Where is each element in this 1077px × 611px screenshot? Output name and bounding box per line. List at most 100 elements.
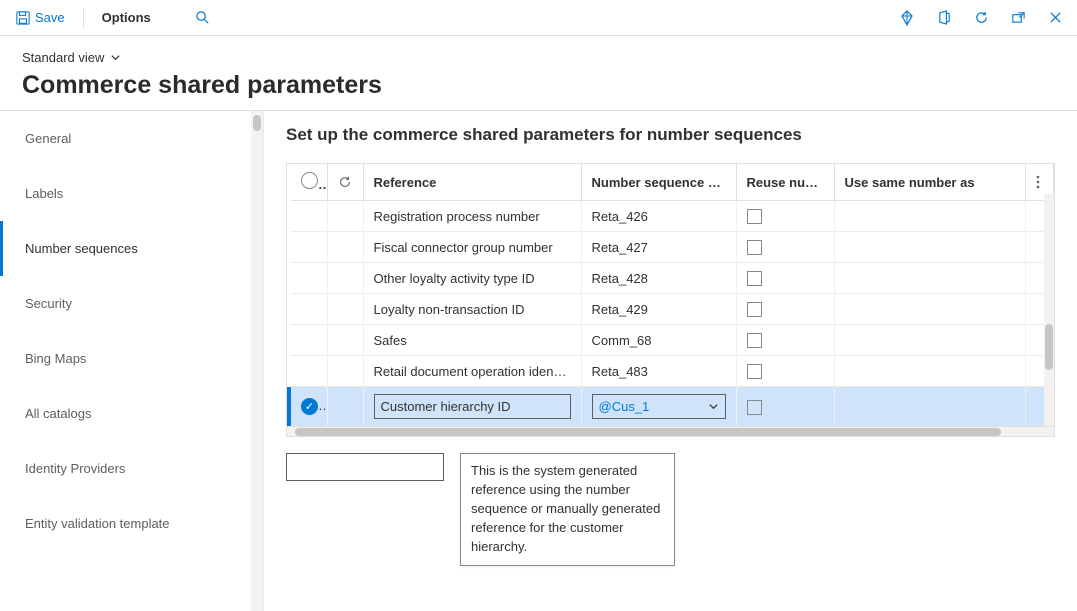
row-select[interactable] [291,232,327,263]
sidebar-item-labels[interactable]: Labels [0,166,263,221]
table-row[interactable]: Safes Comm_68 [287,325,1054,356]
cell-reuse[interactable] [736,356,834,387]
cell-code[interactable]: Reta_427 [581,232,736,263]
vscroll-thumb[interactable] [1045,324,1053,370]
table-row-selected[interactable]: ✓ Customer hierarchy ID @Cus_1 [287,387,1054,427]
grid-header-row: Reference Number sequence code Reuse num… [287,164,1054,201]
sidebar-item-identity-providers[interactable]: Identity Providers [0,441,263,496]
sidebar: General Labels Number sequences Security… [0,111,264,611]
office-icon [937,10,952,25]
sidebar-item-number-sequences[interactable]: Number sequences [0,221,263,276]
row-select[interactable] [291,201,327,232]
grid-vertical-scrollbar[interactable] [1044,194,1054,426]
code-dropdown[interactable]: @Cus_1 [592,394,726,419]
cell-code[interactable]: Reta_429 [581,294,736,325]
sidebar-item-security[interactable]: Security [0,276,263,331]
select-all-header[interactable] [291,164,327,201]
sidebar-item-all-catalogs[interactable]: All catalogs [0,386,263,441]
sidebar-scrollbar[interactable] [251,111,263,611]
sidebar-item-label: Number sequences [25,241,138,256]
cell-code[interactable]: @Cus_1 [581,387,736,427]
popout-icon [1011,10,1026,25]
cell-code[interactable]: Comm_68 [581,325,736,356]
refresh-icon [974,10,989,25]
search-button[interactable] [191,6,214,29]
save-button[interactable]: Save [10,6,71,29]
table-row[interactable]: Loyalty non-transaction ID Reta_429 [287,294,1054,325]
cell-same[interactable] [834,325,1026,356]
checkbox-icon [747,400,762,415]
close-button[interactable] [1044,6,1067,29]
refresh-button[interactable] [970,6,993,29]
view-switcher[interactable]: Standard view [22,50,121,65]
sidebar-item-label: Bing Maps [25,351,86,366]
chevron-down-icon [110,52,121,63]
col-header-reference[interactable]: Reference [363,164,581,201]
cell-reuse[interactable] [736,387,834,427]
toolbar-separator [83,8,84,28]
checkbox-icon [747,209,762,224]
cell-reference[interactable]: Customer hierarchy ID [363,387,581,427]
save-icon [16,11,30,25]
sidebar-scroll-thumb[interactable] [253,115,261,131]
main-panel: Set up the commerce shared parameters fo… [264,111,1077,611]
table-row[interactable]: Retail document operation iden… Reta_483 [287,356,1054,387]
save-label: Save [35,10,65,25]
table-row[interactable]: Registration process number Reta_426 [287,201,1054,232]
options-button[interactable]: Options [96,6,157,29]
cell-reference: Fiscal connector group number [363,232,581,263]
sidebar-item-label: Identity Providers [25,461,125,476]
cell-reuse[interactable] [736,294,834,325]
section-title: Set up the commerce shared parameters fo… [286,125,1055,145]
row-select[interactable] [291,356,327,387]
cell-reuse[interactable] [736,325,834,356]
number-sequences-grid: Reference Number sequence code Reuse num… [287,164,1054,426]
cell-same[interactable] [834,387,1026,427]
grid-horizontal-scrollbar[interactable] [287,426,1054,436]
checkbox-icon [747,302,762,317]
cell-same[interactable] [834,201,1026,232]
popout-button[interactable] [1007,6,1030,29]
toolbar-right [895,6,1067,30]
row-select[interactable]: ✓ [291,387,327,427]
page-title: Commerce shared parameters [22,71,1055,100]
reference-input[interactable]: Customer hierarchy ID [374,394,571,419]
sidebar-item-general[interactable]: General [0,111,263,166]
cell-same[interactable] [834,232,1026,263]
refresh-column-header[interactable] [327,164,363,201]
refresh-icon [338,175,352,189]
cell-reuse[interactable] [736,232,834,263]
content-area: General Labels Number sequences Security… [0,111,1077,611]
col-header-same[interactable]: Use same number as [834,164,1026,201]
chevron-down-icon [708,401,719,412]
col-header-reuse[interactable]: Reuse numbers [736,164,834,201]
cell-same[interactable] [834,356,1026,387]
cell-reuse[interactable] [736,263,834,294]
cell-reference: Registration process number [363,201,581,232]
col-header-code[interactable]: Number sequence code [581,164,736,201]
attach-button[interactable] [895,6,919,30]
toolbar-left: Save Options [10,6,214,29]
sidebar-item-entity-validation[interactable]: Entity validation template [0,496,263,551]
cell-reuse[interactable] [736,201,834,232]
row-select[interactable] [291,263,327,294]
row-select[interactable] [291,325,327,356]
checkbox-icon [747,271,762,286]
hscroll-thumb[interactable] [295,428,1001,436]
table-row[interactable]: Other loyalty activity type ID Reta_428 [287,263,1054,294]
table-row[interactable]: Fiscal connector group number Reta_427 [287,232,1054,263]
cell-code[interactable]: Reta_428 [581,263,736,294]
row-select[interactable] [291,294,327,325]
sidebar-item-label: General [25,131,71,146]
cell-reference: Loyalty non-transaction ID [363,294,581,325]
cell-code[interactable]: Reta_483 [581,356,736,387]
sidebar-item-bing-maps[interactable]: Bing Maps [0,331,263,386]
sidebar-item-label: Labels [25,186,63,201]
filter-input[interactable] [286,453,444,481]
cell-same[interactable] [834,294,1026,325]
circle-icon [301,172,318,189]
cell-same[interactable] [834,263,1026,294]
checkbox-icon [747,364,762,379]
cell-code[interactable]: Reta_426 [581,201,736,232]
office-button[interactable] [933,6,956,29]
